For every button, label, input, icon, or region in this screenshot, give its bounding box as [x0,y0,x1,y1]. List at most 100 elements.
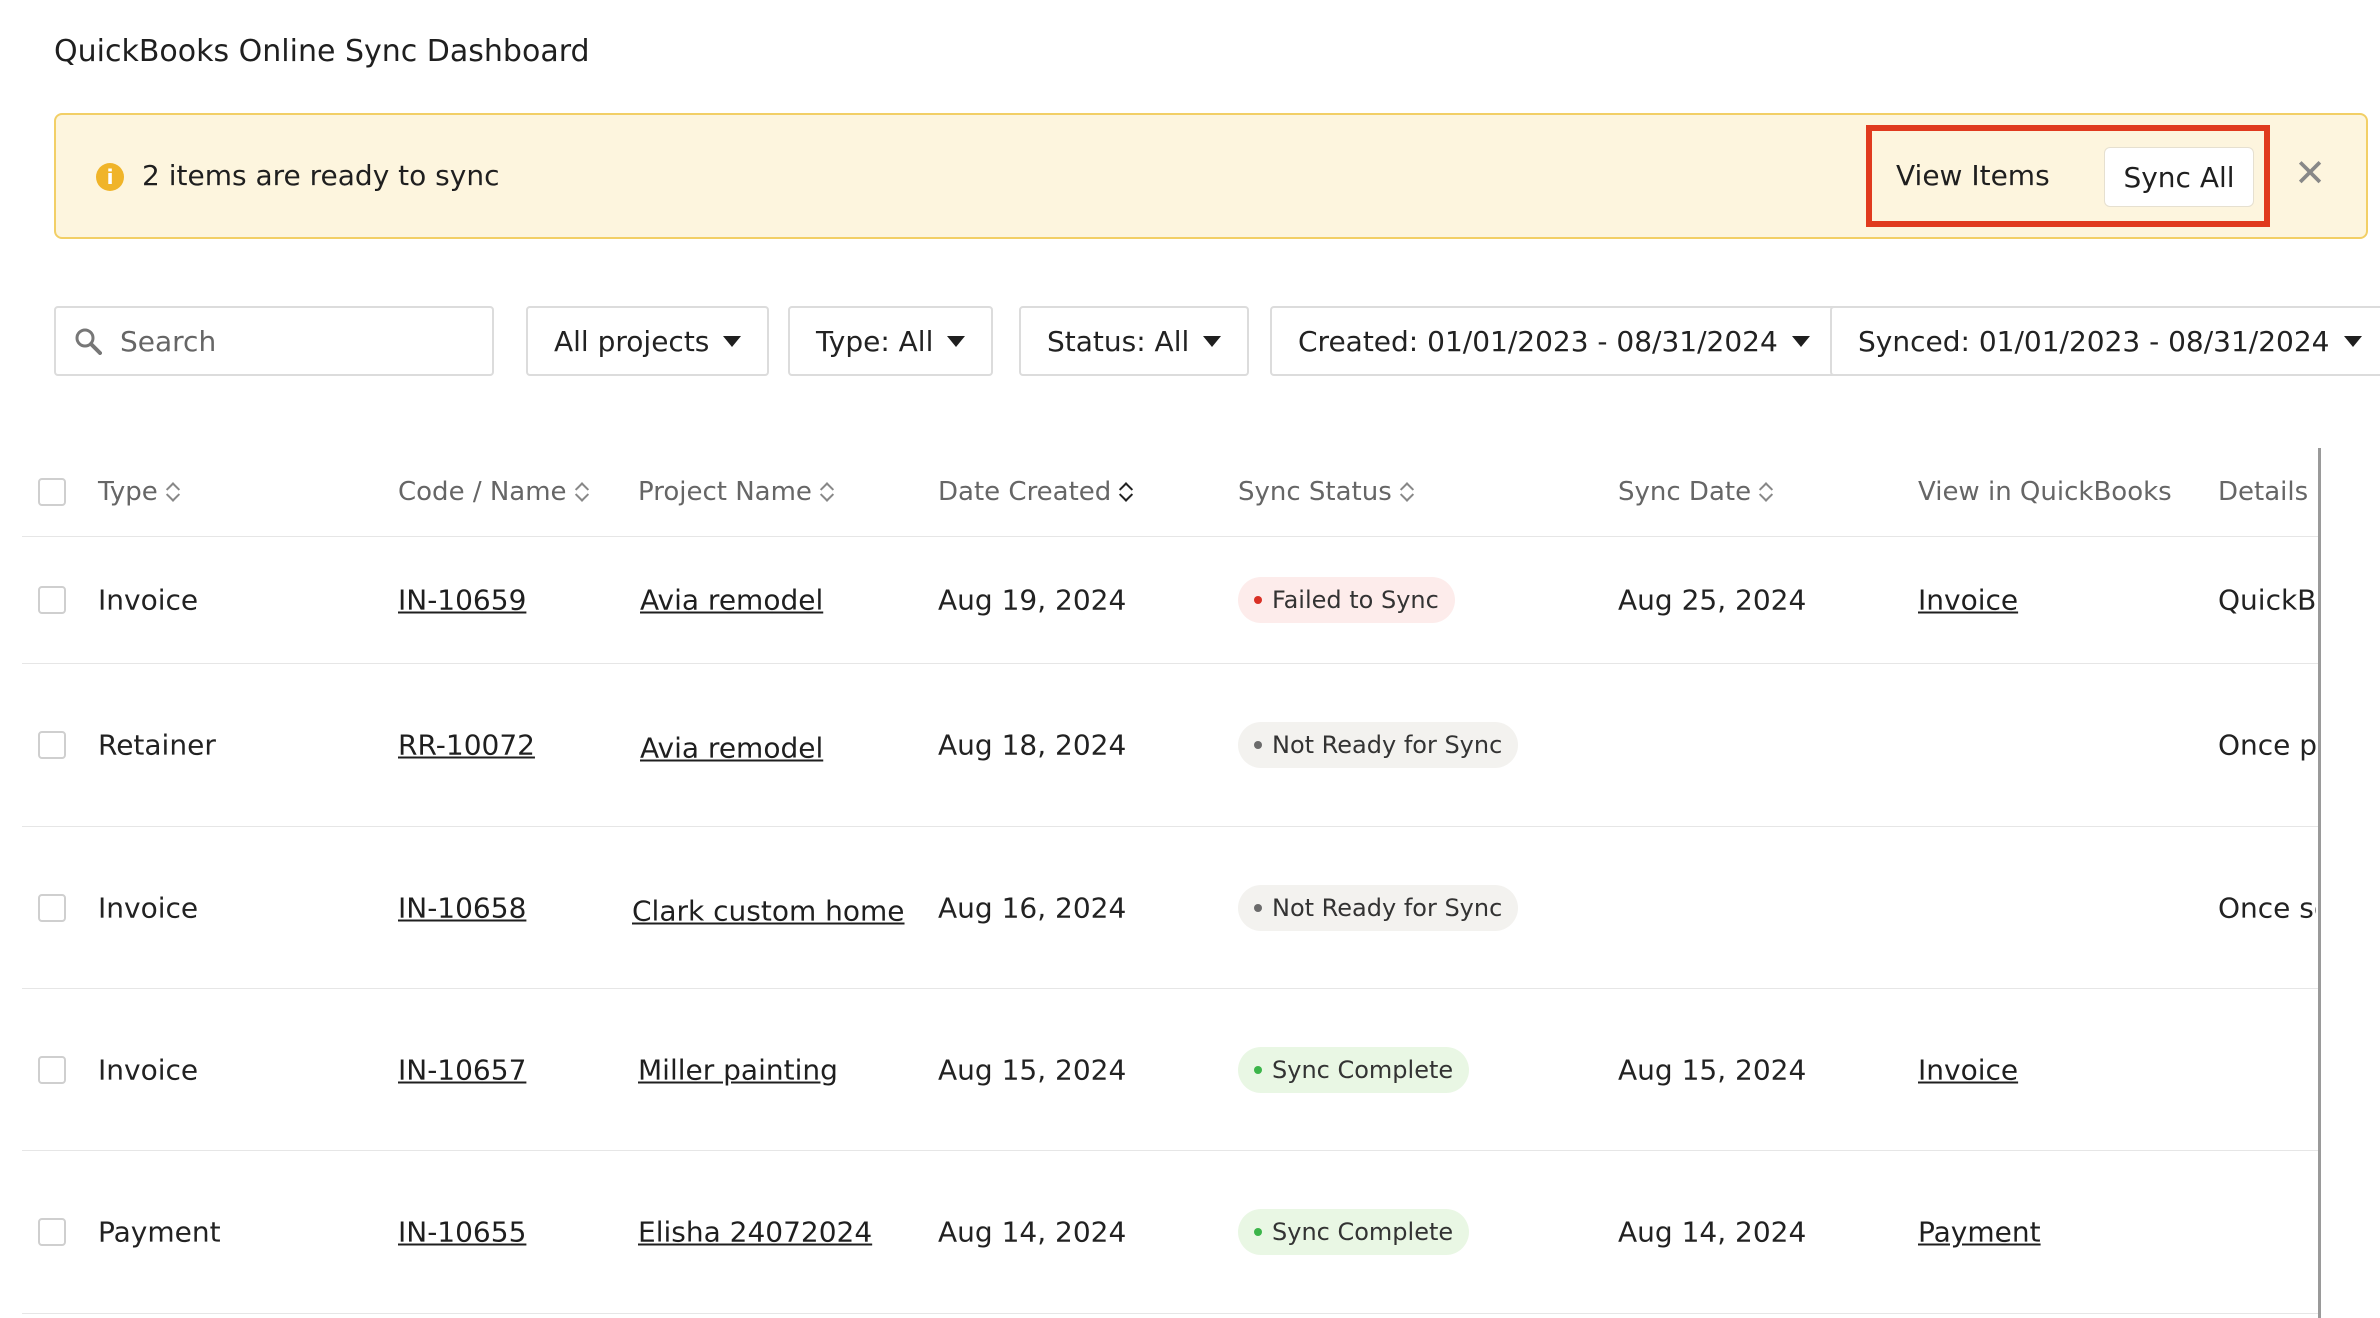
status-filter-label: Status: All [1047,324,1190,358]
type-filter-label: Type: All [816,324,934,358]
table-row: Invoice IN-10659 Avia remodel Aug 19, 20… [22,537,2320,664]
row-type: Invoice [98,583,199,617]
row-sync-status: Sync Complete [1238,1209,1470,1255]
projects-filter-label: All projects [554,324,710,358]
row-details: Once pa [2218,728,2316,762]
header-sync-status[interactable]: Sync Status [1238,477,1414,507]
row-sync-status: Failed to Sync [1238,577,1455,623]
sort-icon [165,480,180,504]
table-scroll-edge [2318,448,2321,1318]
row-code-link[interactable]: IN-10658 [398,891,526,924]
caret-down-icon [1203,335,1222,347]
created-date-filter[interactable]: Created: 01/01/2023 - 08/31/2024 [1270,306,1838,376]
row-view-quickbooks-link[interactable]: Invoice [1918,584,2018,617]
caret-down-icon [2343,335,2362,347]
info-icon: i [96,163,124,191]
row-project-link[interactable]: Avia remodel [640,732,823,765]
view-items-button[interactable]: View Items [1896,159,2050,192]
close-icon[interactable]: ✕ [2292,154,2328,192]
sort-icon [1399,480,1414,504]
sync-all-button[interactable]: Sync All [2104,147,2254,207]
header-view-quickbooks-label: View in QuickBooks [1918,477,2172,507]
sort-icon [1119,480,1134,504]
status-badge-label: Sync Complete [1272,1055,1454,1084]
header-code-label: Code / Name [398,477,567,507]
table-row: Payment IN-10655 Elisha 24072024 Aug 14,… [22,1151,2320,1314]
row-date-created: Aug 19, 2024 [938,583,1127,617]
search-icon [75,328,102,355]
caret-down-icon [723,335,742,347]
row-sync-status: Not Ready for Sync [1238,722,1519,768]
row-type: Retainer [98,728,216,762]
row-view-quickbooks-link[interactable]: Invoice [1918,1053,2018,1086]
header-details: Details [2218,477,2308,507]
search-box[interactable] [54,306,494,376]
status-badge: Sync Complete [1238,1046,1470,1093]
row-project-link[interactable]: Miller painting [638,1053,838,1086]
row-type: Invoice [98,891,199,924]
status-badge-label: Sync Complete [1272,1218,1454,1246]
row-code-link[interactable]: RR-10072 [398,729,535,762]
row-details: QuickBo [2218,583,2316,617]
header-type-label: Type [98,477,158,507]
status-badge-label: Not Ready for Sync [1272,731,1503,759]
row-project-link[interactable]: Avia remodel [640,584,823,617]
projects-filter[interactable]: All projects [526,306,770,376]
row-sync-date: Aug 15, 2024 [1618,1053,1807,1086]
banner-message: 2 items are ready to sync [142,159,500,192]
sort-icon [819,480,835,504]
row-checkbox[interactable] [38,893,66,922]
type-filter[interactable]: Type: All [788,306,994,376]
created-date-filter-label: Created: 01/01/2023 - 08/31/2024 [1298,324,1778,358]
row-sync-date: Aug 14, 2024 [1618,1215,1807,1249]
row-type: Invoice [98,1053,199,1086]
header-sync-status-label: Sync Status [1238,477,1392,507]
status-badge-label: Not Ready for Sync [1272,893,1503,922]
status-badge-label: Failed to Sync [1272,586,1439,614]
row-checkbox[interactable] [38,586,66,614]
row-checkbox[interactable] [38,731,66,759]
header-date-created-label: Date Created [938,477,1112,507]
row-checkbox[interactable] [38,1218,66,1246]
status-badge: Not Ready for Sync [1238,722,1519,768]
status-badge: Failed to Sync [1238,577,1455,623]
row-project-link[interactable]: Clark custom home [632,894,905,927]
header-view-quickbooks: View in QuickBooks [1918,477,2172,507]
table-header: Type Code / Name Project Name Date Creat… [22,448,2320,537]
row-code-link[interactable]: IN-10659 [398,584,526,617]
row-sync-status: Not Ready for Sync [1238,884,1519,931]
caret-down-icon [1791,335,1810,347]
row-view-quickbooks-link[interactable]: Payment [1918,1216,2041,1249]
row-date-created: Aug 16, 2024 [938,891,1127,924]
header-details-label: Details [2218,477,2309,507]
sync-ready-banner: i 2 items are ready to sync View Items S… [54,113,2368,239]
status-filter[interactable]: Status: All [1019,306,1250,376]
page-title: QuickBooks Online Sync Dashboard [54,34,590,69]
header-sync-date-label: Sync Date [1618,477,1752,507]
row-date-created: Aug 15, 2024 [938,1053,1127,1086]
row-code-link[interactable]: IN-10655 [398,1216,526,1249]
row-code-link[interactable]: IN-10657 [398,1053,526,1086]
header-type[interactable]: Type [98,477,180,507]
header-date-created[interactable]: Date Created [938,477,1134,507]
row-date-created: Aug 18, 2024 [938,728,1127,762]
synced-date-filter-label: Synced: 01/01/2023 - 08/31/2024 [1858,324,2330,358]
table-row: Invoice IN-10658 Clark custom home Aug 1… [22,827,2320,989]
row-type: Payment [98,1215,221,1249]
status-badge: Not Ready for Sync [1238,884,1519,931]
caret-down-icon [947,335,966,347]
row-checkbox[interactable] [38,1055,66,1084]
row-sync-date: Aug 25, 2024 [1618,583,1807,617]
synced-date-filter[interactable]: Synced: 01/01/2023 - 08/31/2024 [1830,306,2380,376]
header-code[interactable]: Code / Name [398,477,589,507]
banner-actions-highlight: View Items Sync All [1866,125,2270,227]
header-project[interactable]: Project Name [638,477,835,507]
row-project-link[interactable]: Elisha 24072024 [638,1216,872,1249]
sort-icon [574,480,589,504]
select-all-cell [38,478,66,506]
row-details: Once se [2218,891,2316,924]
header-sync-date[interactable]: Sync Date [1618,477,1774,507]
search-input[interactable] [118,323,462,359]
status-badge: Sync Complete [1238,1209,1470,1255]
select-all-checkbox[interactable] [38,478,66,506]
